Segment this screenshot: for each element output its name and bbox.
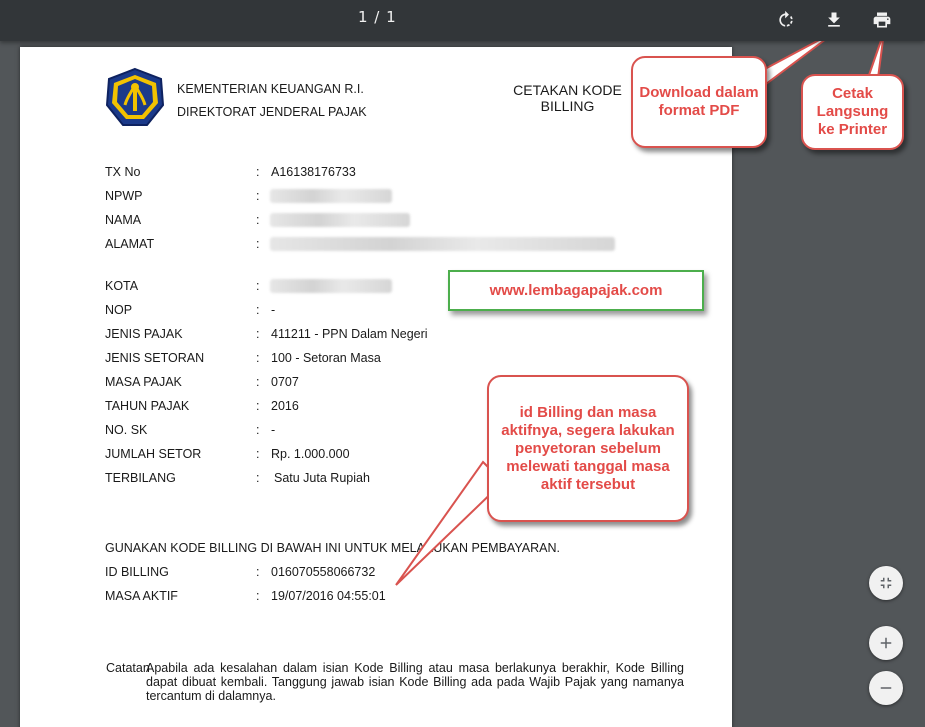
redacted-alamat — [270, 237, 615, 251]
ministry-logo — [105, 67, 165, 126]
field-value-no-sk: - — [271, 423, 276, 437]
billing-label: MASA AKTIF — [105, 589, 178, 603]
field-label: KOTA — [105, 279, 139, 293]
zoom-in-button[interactable] — [869, 626, 903, 660]
pdf-toolbar: 1 / 1 — [0, 0, 925, 41]
zoom-out-icon — [880, 687, 892, 689]
billing-callout: id Billing dan masa aktifnya, segera lak… — [487, 375, 689, 522]
field-label: MASA PAJAK — [105, 375, 182, 389]
field-value-jenis-pajak: 411211 - PPN Dalam Negeri — [271, 327, 428, 341]
field-separator: : — [256, 589, 260, 603]
field-value-tahun-pajak: 2016 — [271, 399, 299, 413]
field-label: JENIS PAJAK — [105, 327, 183, 341]
rotate-button[interactable] — [770, 4, 802, 36]
document-title-line1: CETAKAN KODE — [513, 82, 622, 98]
document-title: CETAKAN KODE BILLING — [505, 82, 630, 114]
redacted-npwp — [270, 189, 392, 203]
field-value-nop: - — [271, 303, 276, 317]
field-label: TX No — [105, 165, 141, 179]
field-label: JUMLAH SETOR — [105, 447, 202, 461]
field-value-terbilang: Satu Juta Rupiah — [274, 471, 370, 485]
field-label: JENIS SETORAN — [105, 351, 205, 365]
download-icon — [828, 12, 840, 27]
field-label: TAHUN PAJAK — [105, 399, 190, 413]
ministry-name: KEMENTERIAN KEUANGAN R.I. — [177, 82, 364, 96]
field-separator: : — [256, 303, 260, 317]
print-icon — [873, 12, 891, 28]
field-value-jenis-setoran: 100 - Setoran Masa — [271, 351, 381, 365]
field-separator: : — [256, 165, 260, 179]
rotate-icon — [779, 10, 793, 27]
field-separator: : — [256, 399, 260, 413]
billing-instruction: GUNAKAN KODE BILLING DI BAWAH INI UNTUK … — [105, 541, 560, 555]
field-label: ALAMAT — [105, 237, 155, 251]
print-callout: Cetak Langsung ke Printer — [801, 74, 904, 150]
redacted-kota — [270, 279, 392, 293]
field-separator: : — [256, 189, 260, 203]
download-button[interactable] — [818, 4, 850, 36]
document-title-line2: BILLING — [540, 98, 595, 114]
field-label: TERBILANG — [105, 471, 176, 485]
field-label: NOP — [105, 303, 133, 317]
field-separator: : — [256, 447, 260, 461]
field-label: NPWP — [105, 189, 143, 203]
field-separator: : — [256, 327, 260, 341]
field-separator: : — [256, 279, 260, 293]
field-value-tx-no: A16138176733 — [271, 165, 356, 179]
field-separator: : — [256, 213, 260, 227]
field-separator: : — [256, 565, 260, 579]
billing-label: ID BILLING — [105, 565, 169, 579]
field-separator: : — [256, 237, 260, 251]
fit-page-button[interactable] — [869, 566, 903, 600]
field-separator: : — [256, 375, 260, 389]
billing-active-until-value: 19/07/2016 04:55:01 — [271, 589, 386, 603]
field-separator: : — [256, 471, 260, 485]
field-separator: : — [256, 423, 260, 437]
directorate-name: DIREKTORAT JENDERAL PAJAK — [177, 105, 367, 119]
zoom-in-icon — [880, 637, 892, 649]
field-label: NO. SK — [105, 423, 148, 437]
fit-page-icon — [880, 577, 892, 589]
billing-id-value: 016070558066732 — [271, 565, 376, 579]
redacted-nama — [270, 213, 410, 227]
website-watermark: www.lembagapajak.com — [448, 270, 704, 311]
page-indicator: 1 / 1 — [358, 8, 397, 26]
print-button[interactable] — [866, 4, 898, 36]
field-value-jumlah-setor: Rp. 1.000.000 — [271, 447, 350, 461]
catatan-text: Apabila ada kesalahan dalam isian Kode B… — [146, 661, 684, 703]
catatan-label: Catatan — [106, 661, 150, 675]
download-callout: Download dalam format PDF — [631, 56, 767, 148]
field-value-masa-pajak: 0707 — [271, 375, 299, 389]
field-label: NAMA — [105, 213, 142, 227]
field-separator: : — [256, 351, 260, 365]
zoom-out-button[interactable] — [869, 671, 903, 705]
